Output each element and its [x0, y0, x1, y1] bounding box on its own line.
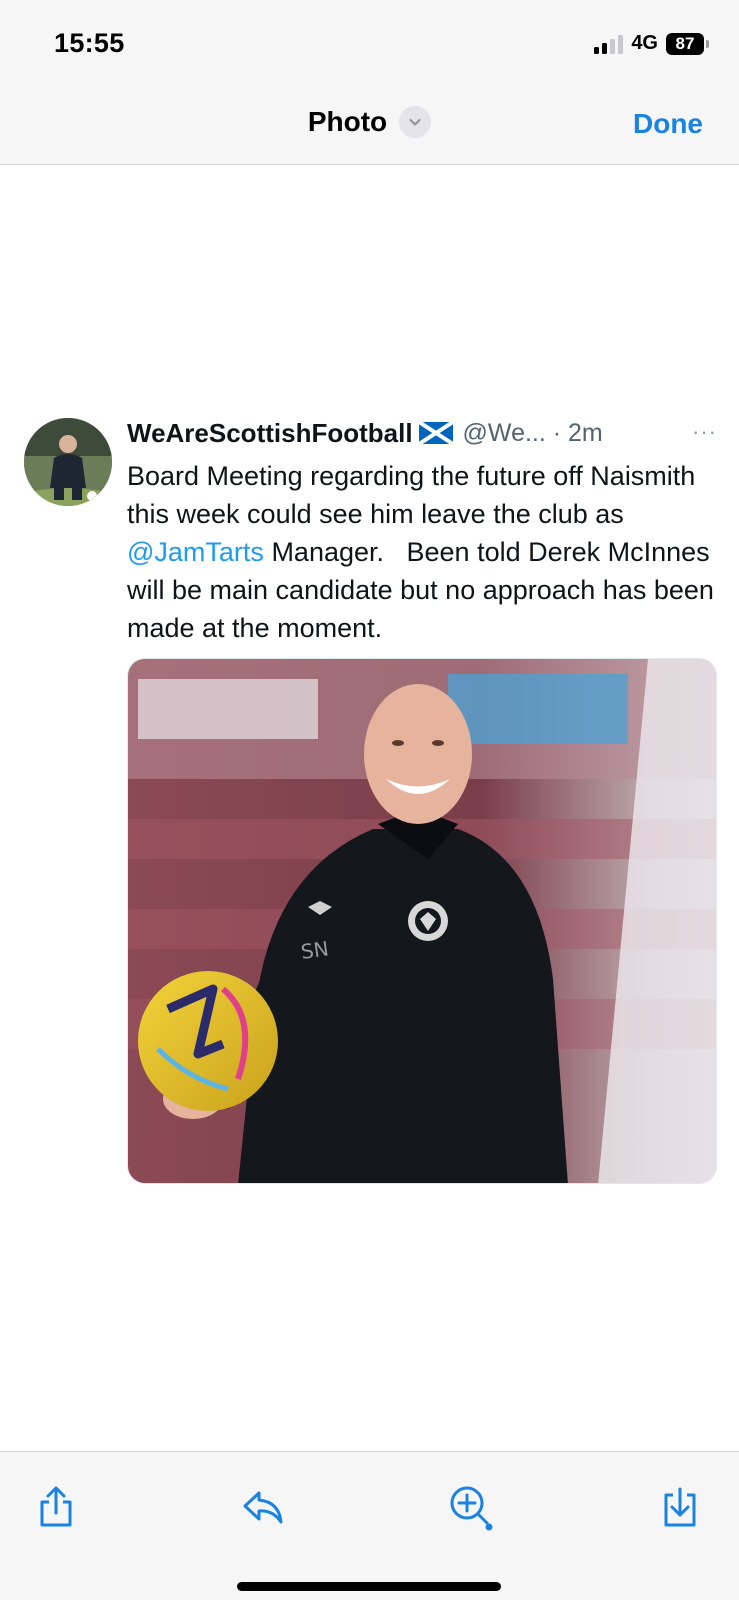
tweet-text-part-1: Board Meeting regarding the future off N…	[127, 461, 703, 529]
title-menu[interactable]: Photo	[0, 106, 739, 138]
status-bar: 15:55 4G 87	[0, 0, 739, 88]
chevron-down-icon[interactable]	[399, 106, 432, 138]
zoom-in-icon[interactable]	[446, 1482, 496, 1532]
svg-text:SN: SN	[299, 936, 330, 964]
tweet-text: Board Meeting regarding the future off N…	[127, 457, 717, 647]
done-button[interactable]: Done	[633, 108, 703, 140]
status-indicators: 4G 87	[594, 32, 709, 55]
status-time: 15:55	[54, 28, 125, 58]
mention-link[interactable]: @JamTarts	[127, 537, 264, 567]
home-indicator	[237, 1582, 501, 1591]
bottom-toolbar	[0, 1451, 739, 1600]
avatar[interactable]	[24, 418, 112, 506]
battery-icon: 87	[666, 32, 709, 55]
more-options-icon[interactable]: ···	[692, 419, 717, 445]
battery-level: 87	[666, 32, 704, 55]
navigation-bar: Photo Done	[0, 88, 739, 165]
handle-and-time: @We... · 2m	[462, 418, 603, 447]
network-type: 4G	[631, 32, 658, 54]
author-name[interactable]: WeAreScottishFootball	[127, 418, 413, 449]
scotland-flag-icon	[418, 422, 453, 444]
cellular-signal-icon	[594, 34, 624, 54]
tweet-photo[interactable]: SN	[127, 658, 717, 1184]
tweet-header: WeAreScottishFootball @We... · 2m	[127, 415, 717, 451]
download-icon[interactable]	[655, 1482, 705, 1532]
share-icon[interactable]	[31, 1482, 81, 1532]
nav-title: Photo	[307, 106, 388, 137]
reply-icon[interactable]	[238, 1482, 288, 1532]
tweet-content: WeAreScottishFootball @We... · 2m ··· Bo…	[127, 415, 717, 647]
